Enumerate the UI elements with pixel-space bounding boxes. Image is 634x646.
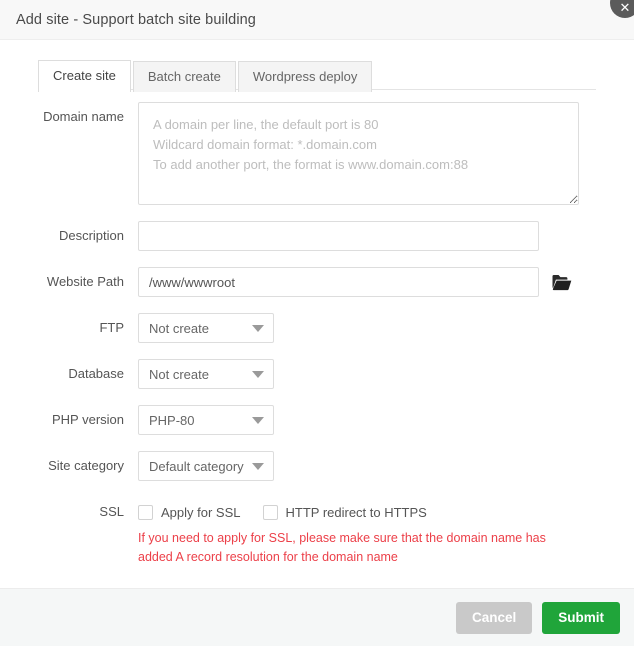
checkbox-box-icon (138, 504, 153, 520)
ftp-field-wrap: Not create (138, 313, 634, 343)
chevron-down-icon (252, 371, 264, 378)
website-path-input[interactable] (138, 267, 539, 297)
site-category-field-wrap: Default category (138, 451, 634, 481)
ssl-checkbox-group: Apply for SSL HTTP redirect to HTTPS (138, 497, 634, 527)
row-domain-name: Domain name (0, 102, 634, 205)
row-description: Description (0, 221, 634, 251)
ftp-selected-value: Not create (149, 320, 209, 336)
dialog-footer: Cancel Submit (0, 588, 634, 646)
ftp-select[interactable]: Not create (138, 313, 274, 343)
ssl-warning-text: If you need to apply for SSL, please mak… (138, 531, 546, 564)
ssl-field-wrap: Apply for SSL HTTP redirect to HTTPS If … (138, 497, 634, 567)
php-version-field-wrap: PHP-80 (138, 405, 634, 435)
domain-name-label: Domain name (43, 109, 124, 124)
row-ssl: SSL Apply for SSL HTTP redirect to HTTPS… (0, 497, 634, 567)
php-version-label: PHP version (51, 412, 124, 427)
ftp-label: FTP (99, 320, 124, 335)
chevron-down-icon (252, 463, 264, 470)
domain-name-field-wrap (138, 102, 634, 205)
chevron-down-icon (252, 417, 264, 424)
description-input[interactable] (138, 221, 539, 251)
checkbox-box-icon (262, 504, 278, 520)
description-field-wrap (138, 221, 634, 251)
chevron-down-icon (252, 325, 264, 332)
website-path-field-wrap (138, 267, 634, 297)
cancel-button[interactable]: Cancel (455, 601, 533, 634)
tab-bar: Create site Batch create Wordpress deplo… (0, 40, 634, 93)
database-label: Database (68, 366, 124, 381)
close-icon[interactable]: ✕ (610, 0, 634, 18)
database-field-wrap: Not create (138, 359, 634, 389)
http-redirect-checkbox[interactable]: HTTP redirect to HTTPS (262, 504, 427, 520)
domain-name-input[interactable] (138, 102, 579, 205)
database-select[interactable]: Not create (138, 359, 274, 389)
tab-create-site[interactable]: Create site (38, 60, 131, 93)
site-category-select[interactable]: Default category (138, 451, 274, 481)
website-path-label: Website Path (46, 274, 124, 289)
database-selected-value: Not create (149, 366, 209, 382)
row-php-version: PHP version PHP-80 (0, 405, 634, 435)
apply-for-ssl-label: Apply for SSL (161, 504, 241, 520)
description-label: Description (58, 228, 124, 243)
php-version-selected-value: PHP-80 (149, 412, 195, 428)
ssl-label: SSL (99, 504, 124, 519)
create-site-form: Domain name Description Website Path FTP… (0, 90, 634, 567)
submit-button[interactable]: Submit (542, 601, 620, 634)
page-title: Add site - Support batch site building (16, 11, 256, 28)
apply-for-ssl-checkbox[interactable]: Apply for SSL (138, 504, 241, 520)
row-website-path: Website Path (0, 267, 634, 297)
site-category-label: Site category (48, 458, 124, 473)
php-version-select[interactable]: PHP-80 (138, 405, 274, 435)
dialog-header: Add site - Support batch site building ✕ (0, 0, 634, 40)
folder-icon[interactable] (551, 271, 573, 293)
row-site-category: Site category Default category (0, 451, 634, 481)
row-ftp: FTP Not create (0, 313, 634, 343)
tab-list: Create site Batch create Wordpress deplo… (38, 60, 634, 93)
row-database: Database Not create (0, 359, 634, 389)
http-redirect-label: HTTP redirect to HTTPS (285, 504, 427, 520)
tab-batch-create[interactable]: Batch create (132, 61, 236, 92)
tab-wordpress-deploy[interactable]: Wordpress deploy (237, 61, 373, 92)
site-category-selected-value: Default category (149, 458, 244, 474)
